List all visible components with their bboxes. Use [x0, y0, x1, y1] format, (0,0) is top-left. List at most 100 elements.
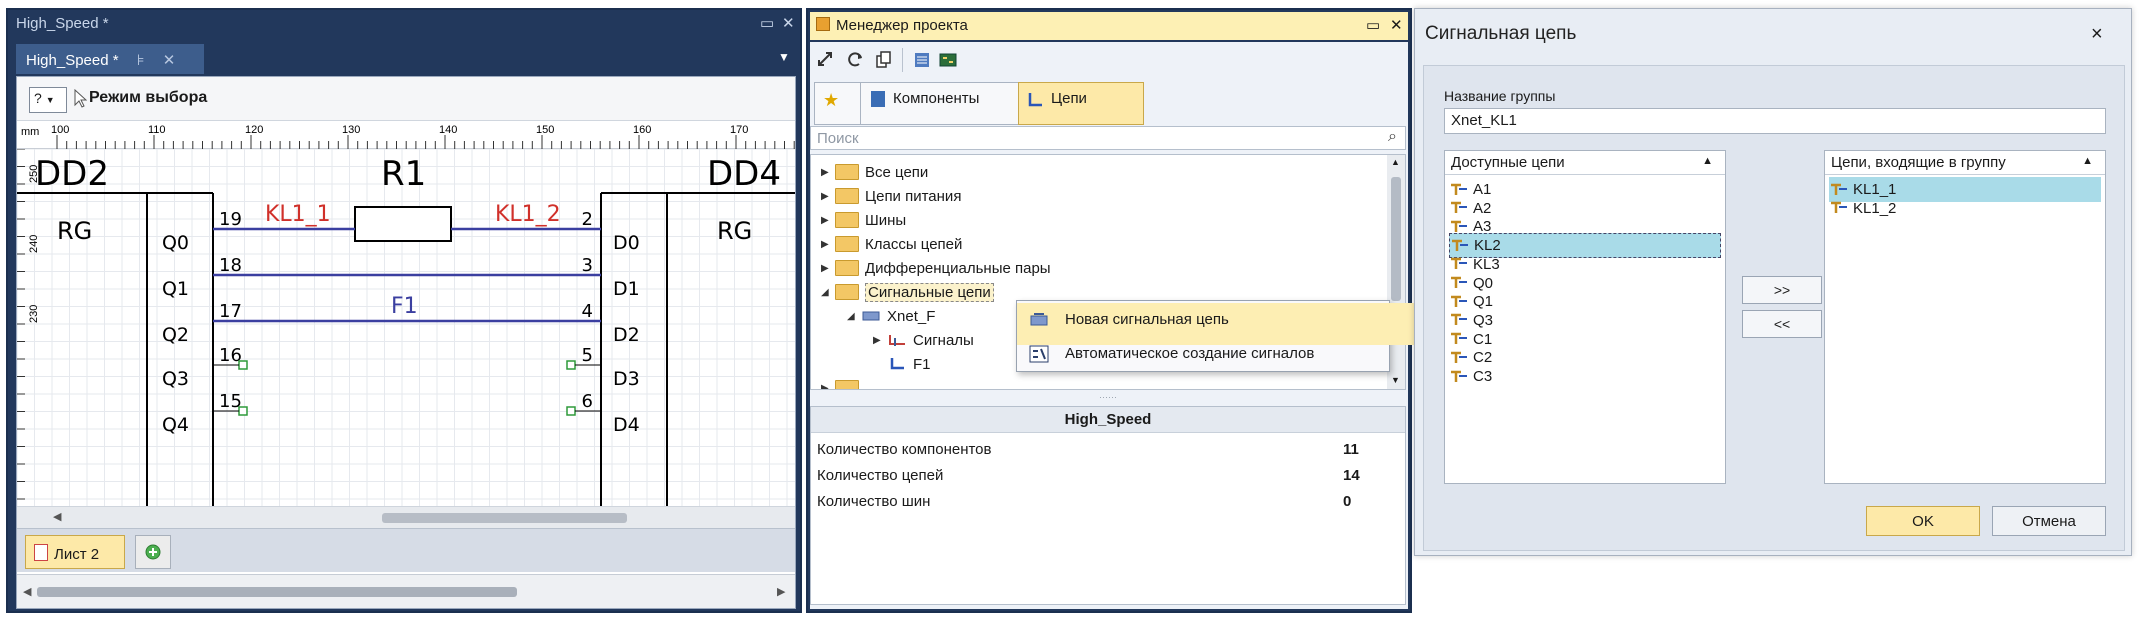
pin-connector[interactable] — [566, 406, 576, 416]
net-label[interactable]: F1 — [391, 294, 418, 319]
dialog-content: Название группы Xnet_KL1 Доступные цепи ▲… — [1423, 65, 2125, 551]
tree-node-partial[interactable]: ▶ — [821, 376, 865, 390]
tree-node-diff-pairs[interactable]: ▶ Дифференциальные пары — [821, 256, 1051, 280]
document-tab-label: High_Speed * — [26, 52, 119, 69]
tab-list-dropdown-icon[interactable]: ▼ — [778, 50, 790, 64]
pin-connector[interactable] — [238, 360, 248, 370]
refresh-icon[interactable] — [846, 50, 866, 70]
included-nets-header[interactable]: Цепи, входящие в группу ▲ — [1825, 151, 2105, 175]
expand-arrow-icon[interactable]: ▶ — [821, 263, 835, 274]
tree-node-net-classes[interactable]: ▶ Классы цепей — [821, 232, 962, 256]
add-sheet-button[interactable] — [135, 535, 171, 569]
pin-connector[interactable] — [238, 406, 248, 416]
expand-arrow-icon[interactable]: ▶ — [821, 215, 835, 226]
close-icon[interactable]: ✕ — [782, 14, 795, 32]
tree-node-buses[interactable]: ▶ Шины — [821, 208, 906, 232]
folder-icon — [835, 260, 859, 276]
search-icon[interactable]: ⌕ — [1388, 128, 1397, 146]
scroll-thumb[interactable] — [1391, 177, 1401, 301]
sort-up-icon[interactable]: ▲ — [1702, 155, 1713, 167]
tree-node-all-nets[interactable]: ▶ Все цепи — [821, 160, 928, 184]
scroll-thumb[interactable] — [37, 587, 517, 597]
restore-icon[interactable]: ▭ — [760, 14, 774, 32]
auto-signals-icon — [1029, 345, 1049, 363]
tab-components-label: Компоненты — [893, 90, 980, 107]
tab-close-icon[interactable]: ✕ — [163, 52, 176, 69]
expand-arrow-icon[interactable]: ▶ — [873, 335, 887, 346]
folder-icon — [835, 212, 859, 228]
schematic-drawing[interactable]: 250240230DD2 DD4RG RGR1KL1_1 KL1_2F1Q019Q11… — [17, 149, 795, 506]
pin-name: Q3 — [162, 368, 189, 390]
remove-from-group-button[interactable]: << — [1742, 310, 1822, 338]
expand-arrow-icon[interactable]: ▶ — [821, 191, 835, 202]
add-to-group-button[interactable]: >> — [1742, 276, 1822, 304]
ruler-tick-label: 170 — [730, 124, 748, 136]
ruler-tick-label: 240 — [28, 235, 40, 253]
scroll-thumb[interactable] — [382, 513, 627, 523]
property-key: Количество цепей — [817, 467, 944, 484]
cancel-button[interactable]: Отмена — [1992, 506, 2106, 536]
chip-icon — [871, 91, 885, 107]
resistor-ref[interactable]: R1 — [381, 154, 426, 194]
restore-icon[interactable]: ▭ — [1366, 16, 1380, 34]
document-tab[interactable]: High_Speed * ⊧ ✕ — [16, 44, 204, 74]
included-nets-list: Цепи, входящие в группу ▲ KL1_1 KL1_2 — [1824, 150, 2106, 484]
included-net-item[interactable]: KL1_2 — [1829, 196, 2101, 221]
ok-button[interactable]: OK — [1866, 506, 1980, 536]
panel-splitter[interactable]: ⋯⋯ — [810, 392, 1406, 404]
scroll-left-icon[interactable]: ◀ — [53, 510, 61, 523]
tree-node-xnet-f[interactable]: ◢ Xnet_F — [847, 304, 935, 328]
menu-item-auto-create-signals[interactable]: Автоматическое создание сигналов — [1017, 337, 1437, 379]
net-label[interactable]: KL1_1 — [265, 202, 331, 227]
property-key: Количество шин — [817, 493, 931, 510]
close-icon[interactable]: × — [2091, 23, 2103, 46]
menu-item-label: Новая сигнальная цепь — [1065, 311, 1229, 328]
horizontal-scrollbar[interactable]: ◀ ▶ — [17, 574, 795, 608]
scroll-left-icon[interactable]: ◀ — [23, 585, 31, 598]
ruler-tick-label: 120 — [245, 124, 263, 136]
help-button[interactable]: ? ▼ — [29, 87, 67, 113]
component-ref-right[interactable]: DD4 — [707, 154, 781, 194]
expand-collapse-icon[interactable] — [816, 50, 836, 70]
tree-node-signal-nets[interactable]: ◢ Сигнальные цепи — [821, 280, 994, 304]
expand-arrow-icon[interactable]: ▶ — [821, 167, 835, 178]
expand-arrow-icon[interactable]: ▶ — [821, 383, 835, 390]
tab-nets[interactable]: Цепи — [1018, 82, 1144, 125]
tree-node-f1[interactable]: F1 — [887, 352, 931, 376]
net-item-label: C3 — [1473, 368, 1493, 385]
ruler-tick-label: 110 — [148, 124, 166, 136]
copy-icon[interactable] — [874, 50, 894, 70]
component-ref-left[interactable]: DD2 — [35, 154, 109, 194]
schematic-canvas[interactable]: 250 240 230 DD2 DD4 RG RG R1 KL1_1 KL1_2 F1 Q0 19 Q1 1… — [17, 149, 795, 506]
pin-number: 6 — [582, 391, 593, 412]
pin-connector[interactable] — [566, 360, 576, 370]
tree-node-power-nets[interactable]: ▶ Цепи питания — [821, 184, 961, 208]
pin-icon[interactable]: ⊧ — [137, 52, 145, 69]
pin-number: 18 — [219, 255, 242, 276]
ruler-tick-label: 140 — [439, 124, 457, 136]
panel-title: Менеджер проекта — [836, 17, 968, 34]
collapse-arrow-icon[interactable]: ◢ — [821, 287, 835, 298]
resistor-body[interactable] — [354, 206, 452, 242]
sort-up-icon[interactable]: ▲ — [2082, 155, 2093, 167]
selection-mode-label[interactable]: Режим выбора — [89, 89, 207, 107]
net-label[interactable]: KL1_2 — [495, 202, 561, 227]
tree-node-label: Xnet_F — [887, 307, 936, 325]
available-nets-header[interactable]: Доступные цепи ▲ — [1445, 151, 1725, 175]
component-list-icon[interactable] — [912, 50, 932, 70]
board-icon[interactable] — [938, 50, 958, 70]
net-icon — [890, 358, 904, 370]
expand-arrow-icon[interactable]: ▶ — [821, 239, 835, 250]
available-net-item[interactable]: C3 — [1449, 364, 1721, 389]
scroll-right-icon[interactable]: ▶ — [777, 585, 785, 598]
scroll-up-icon[interactable]: ▲ — [1391, 157, 1400, 167]
collapse-arrow-icon[interactable]: ◢ — [847, 311, 861, 322]
tree-node-label: F1 — [913, 355, 931, 373]
tree-node-signals[interactable]: ▶ Сигналы — [873, 328, 974, 352]
search-input[interactable]: Поиск ⌕ — [810, 126, 1406, 150]
help-icon: ? — [34, 90, 42, 106]
canvas-horizontal-scrollbar[interactable]: ◀ — [17, 506, 795, 528]
sheet-tab[interactable]: Лист 2 — [25, 535, 125, 569]
close-icon[interactable]: ✕ — [1390, 16, 1403, 34]
group-name-input[interactable]: Xnet_KL1 — [1444, 108, 2106, 134]
